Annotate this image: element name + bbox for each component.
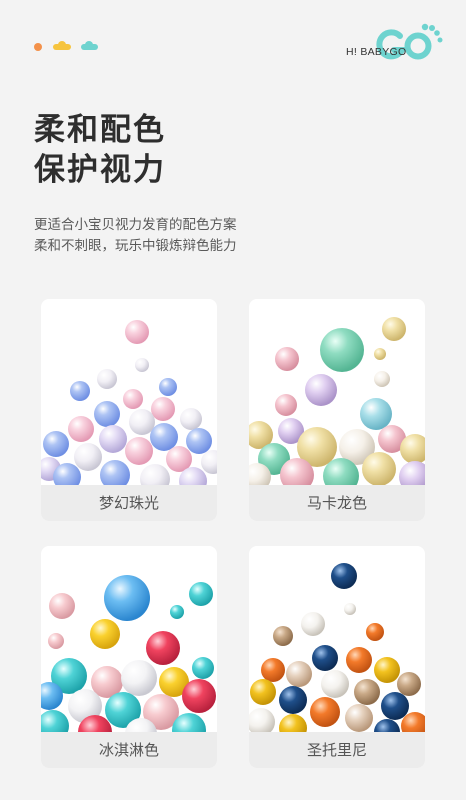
card-caption: 梦幻珠光 <box>41 485 217 521</box>
yellow-cloud-shape <box>53 41 71 50</box>
page-title: 柔和配色 保护视力 <box>34 110 166 190</box>
teal-cloud-shape <box>81 41 98 50</box>
title-line-1: 柔和配色 <box>34 112 166 148</box>
orange-dot <box>34 43 42 51</box>
macaron-balls-image <box>249 317 425 485</box>
title-line-2: 保护视力 <box>34 152 166 188</box>
santorini-balls-image <box>249 563 425 732</box>
color-card-macaron: 马卡龙色 <box>249 299 425 521</box>
card-caption: 冰淇淋色 <box>41 732 217 768</box>
subtitle-line-1: 更适合小宝贝视力发育的配色方案 <box>34 217 237 233</box>
page-subtitle: 更适合小宝贝视力发育的配色方案 柔和不刺眼，玩乐中锻炼辩色能力 <box>34 215 237 257</box>
go-logo-icon <box>376 23 443 60</box>
color-card-santorini: 圣托里尼 <box>249 546 425 768</box>
card-caption: 圣托里尼 <box>249 732 425 768</box>
ice-cream-balls-image <box>41 575 216 732</box>
pastel-balls-image <box>41 320 217 485</box>
brand-name: H! BABYGO <box>346 46 407 58</box>
color-card-ice-cream: 冰淇淋色 <box>41 546 217 768</box>
subtitle-line-2: 柔和不刺眼，玩乐中锻炼辩色能力 <box>34 238 237 254</box>
brand-logo: H! BABYGO <box>340 22 444 68</box>
card-caption: 马卡龙色 <box>249 485 425 521</box>
color-card-dreamy-pearl: 梦幻珠光 <box>41 299 217 521</box>
